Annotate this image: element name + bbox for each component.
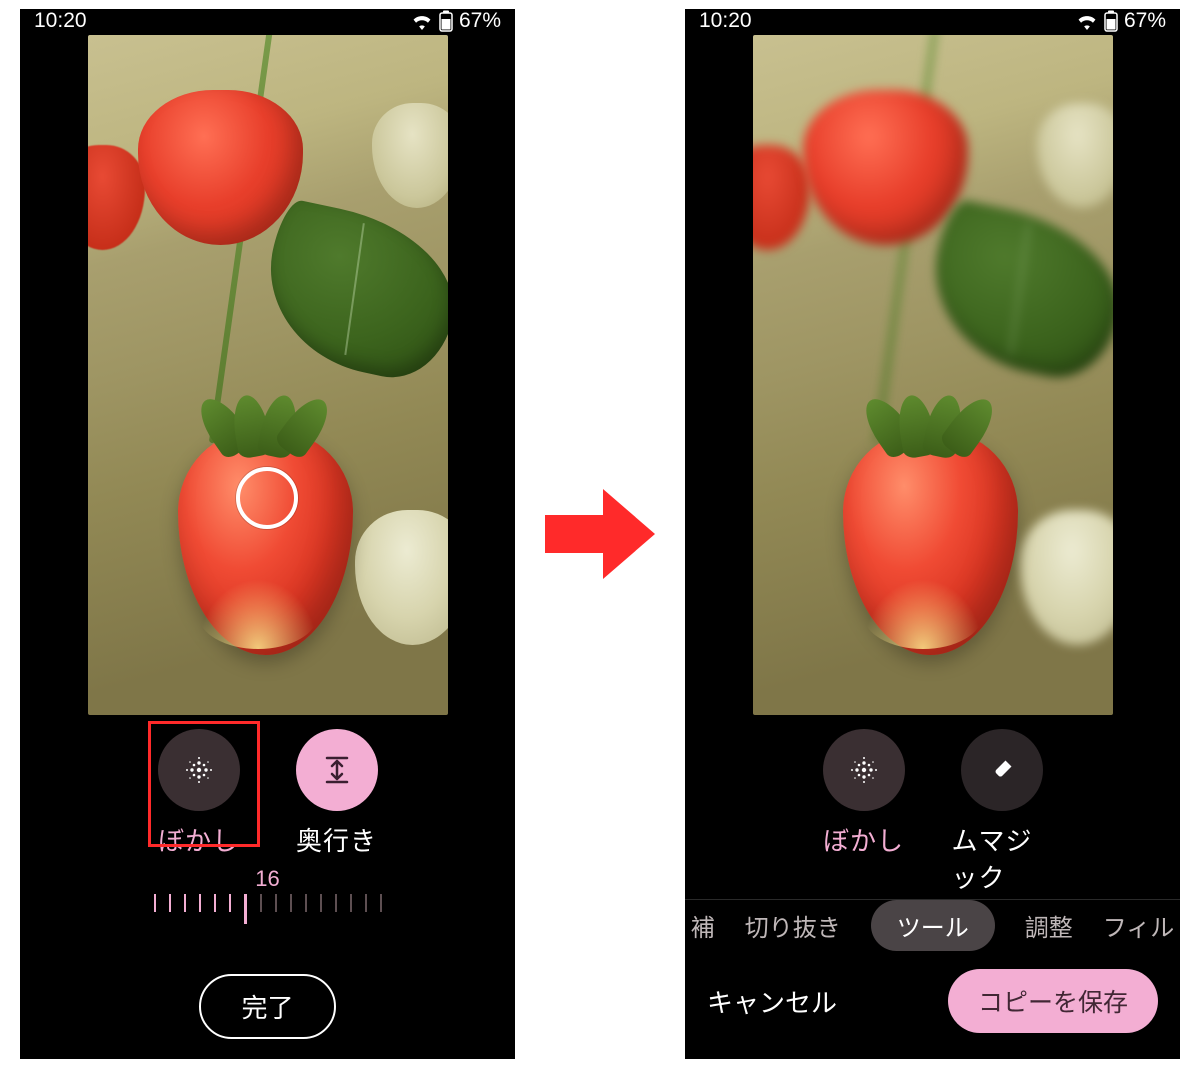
status-time: 10:20 — [699, 9, 752, 33]
depth-icon — [296, 729, 378, 811]
cancel-button[interactable]: キャンセル — [707, 983, 837, 1020]
tool-magic-eraser[interactable]: ムマジック — [952, 729, 1052, 895]
tutorial-highlight — [148, 721, 260, 847]
tool-magic-label: ムマジック — [952, 821, 1052, 895]
tool-depth-label: 奥行き — [296, 821, 377, 858]
status-time: 10:20 — [34, 9, 87, 33]
photo-preview[interactable] — [753, 35, 1113, 715]
battery-icon — [439, 10, 453, 32]
slider-ruler[interactable] — [138, 894, 398, 934]
tool-blur[interactable]: ぼかし — [814, 729, 914, 895]
eraser-icon — [961, 729, 1043, 811]
tab-partial-right[interactable]: フィル — [1103, 908, 1175, 943]
wifi-icon — [1076, 12, 1098, 30]
tool-row: ぼかし ムマジック — [685, 715, 1180, 899]
save-copy-button[interactable]: コピーを保存 — [948, 969, 1158, 1033]
photo-preview[interactable] — [88, 35, 448, 715]
photo-canvas[interactable] — [685, 33, 1180, 715]
slider-value: 16 — [20, 866, 515, 892]
status-battery: 67% — [459, 9, 501, 33]
bottom-bar: 完了 — [20, 952, 515, 1059]
battery-icon — [1104, 10, 1118, 32]
blur-slider[interactable]: 16 — [20, 866, 515, 934]
tool-blur-label: ぼかし — [823, 821, 904, 858]
done-button[interactable]: 完了 — [199, 974, 335, 1039]
photo-canvas[interactable] — [20, 33, 515, 715]
phone-screen-left: 10:20 67% — [20, 9, 515, 1059]
wifi-icon — [411, 12, 433, 30]
edit-tabs[interactable]: 補 切り抜き ツール 調整 フィル — [685, 899, 1180, 951]
status-bar: 10:20 67% — [20, 9, 515, 33]
status-battery: 67% — [1124, 9, 1166, 33]
phone-screen-right: 10:20 67% — [685, 9, 1180, 1059]
status-bar: 10:20 67% — [685, 9, 1180, 33]
tab-adjust[interactable]: 調整 — [1025, 908, 1073, 943]
tab-partial-left[interactable]: 補 — [691, 908, 715, 943]
bottom-bar: キャンセル コピーを保存 — [685, 951, 1180, 1059]
tool-row: ぼかし 奥行き — [20, 715, 515, 862]
tab-tools[interactable]: ツール — [871, 900, 995, 951]
blur-icon — [823, 729, 905, 811]
tool-depth[interactable]: 奥行き — [287, 729, 387, 858]
focus-ring[interactable] — [236, 467, 298, 529]
tab-crop[interactable]: 切り抜き — [745, 908, 841, 943]
arrow-icon — [545, 489, 655, 579]
